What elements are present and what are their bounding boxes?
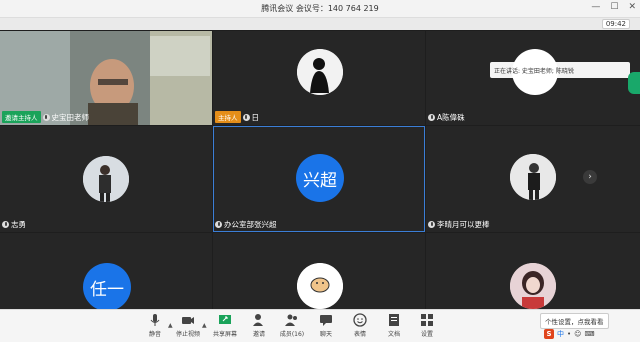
maximize-icon[interactable]: ☐ <box>610 2 618 12</box>
reactions-button[interactable]: 表情 <box>343 313 377 341</box>
share-screen-icon <box>219 315 231 324</box>
avatar <box>510 263 556 309</box>
close-icon[interactable]: ✕ <box>628 2 636 12</box>
cohost-badge: 主持人 <box>215 111 241 123</box>
info-bar: 09:42 <box>0 18 640 30</box>
ime-mode-label: 中 <box>557 330 564 338</box>
add-user-icon <box>253 314 263 326</box>
silhouette-icon <box>297 49 343 95</box>
share-screen-label: 共享屏幕 <box>212 331 237 338</box>
members-icon <box>285 314 297 326</box>
participant-name: 志勇 <box>11 220 26 229</box>
avatar <box>510 154 556 200</box>
share-screen-button[interactable]: 共享屏幕 <box>208 313 242 341</box>
participant-tile[interactable]: 邀请主持人 史宝田老师 <box>0 31 212 125</box>
cartoon-icon <box>297 263 343 309</box>
participant-name: A陈偉硃 <box>437 113 465 122</box>
avatar: 任一 <box>83 263 131 309</box>
person-photo <box>83 156 129 202</box>
avatar <box>297 49 343 95</box>
meeting-timer: 09:42 <box>601 19 630 29</box>
chat-label: 聊天 <box>319 331 332 338</box>
ime-bar[interactable]: S 中 • ☺ ⌨ <box>544 328 595 340</box>
speaking-text: 正在讲话: 史宝田老师; 陈晓锐 <box>494 68 574 75</box>
minimize-icon[interactable]: — <box>591 2 600 12</box>
window-title: 腾讯会议 会议号：140 764 219 <box>261 4 379 13</box>
participant-tile[interactable]: 主持人 日 <box>213 31 425 125</box>
members-label: 成员(16) <box>279 331 305 338</box>
punctuation-icon: • <box>567 330 572 338</box>
side-panel-tab[interactable] <box>628 72 640 94</box>
microphone-icon <box>150 314 160 326</box>
settings-label: 设置 <box>420 331 433 338</box>
mute-label: 静音 <box>148 331 161 338</box>
participant-tile[interactable]: A陈偉硃 <box>426 31 640 125</box>
invite-button[interactable]: 邀请 <box>242 313 276 341</box>
avatar <box>297 263 343 309</box>
participant-tile[interactable]: 任一 <box>0 233 212 309</box>
next-page-button[interactable]: › <box>583 170 597 184</box>
avatar <box>83 156 129 202</box>
mic-icon <box>42 113 50 121</box>
participant-name: 史宝田老师 <box>51 112 90 122</box>
reactions-label: 表情 <box>353 331 366 338</box>
docs-label: 文档 <box>387 331 400 338</box>
camera-icon <box>182 317 194 324</box>
keyboard-icon: ⌨ <box>584 330 595 338</box>
mic-icon <box>428 221 435 228</box>
chat-icon <box>320 315 332 326</box>
sogou-icon: S <box>544 329 554 339</box>
mic-icon <box>242 113 250 121</box>
participant-tile[interactable] <box>426 233 640 309</box>
chevron-up-icon[interactable]: ▲ <box>202 322 207 329</box>
mic-icon <box>428 114 435 121</box>
mic-icon <box>215 221 222 228</box>
tooltip: 个性设置，点我看看 <box>540 313 609 329</box>
participant-tile[interactable]: 兴超 办公室部张兴超 <box>213 126 425 232</box>
speaking-indicator: 正在讲话: 史宝田老师; 陈晓锐 <box>490 62 630 78</box>
smiley-icon <box>353 313 367 327</box>
stop-video-button[interactable]: 停止视频 <box>171 313 205 341</box>
emoji-icon: ☺ <box>574 330 582 338</box>
stop-video-label: 停止视频 <box>175 331 200 338</box>
person-photo <box>510 154 556 200</box>
host-badge: 邀请主持人 <box>2 111 41 123</box>
mute-button[interactable]: 静音 <box>138 313 172 341</box>
members-button[interactable]: 成员(16) <box>275 313 309 341</box>
mic-icon <box>2 221 9 228</box>
participant-name: 李晴月可以更棒 <box>437 220 490 229</box>
person-photo <box>510 263 556 309</box>
participant-tile[interactable] <box>213 233 425 309</box>
participant-tile[interactable]: 志勇 <box>0 126 212 232</box>
title-bar: 腾讯会议 会议号：140 764 219 — ☐ ✕ <box>0 0 640 18</box>
invite-label: 邀请 <box>252 331 265 338</box>
participant-tile[interactable]: › 李晴月可以更棒 <box>426 126 640 232</box>
document-icon <box>389 314 399 326</box>
chat-button[interactable]: 聊天 <box>309 313 343 341</box>
docs-button[interactable]: 文档 <box>377 313 411 341</box>
avatar: 兴超 <box>296 154 344 202</box>
settings-button[interactable]: 设置 <box>410 313 444 341</box>
participant-name: 办公室部张兴超 <box>224 220 277 229</box>
participant-name: 日 <box>251 112 260 122</box>
settings-icon <box>421 314 433 326</box>
